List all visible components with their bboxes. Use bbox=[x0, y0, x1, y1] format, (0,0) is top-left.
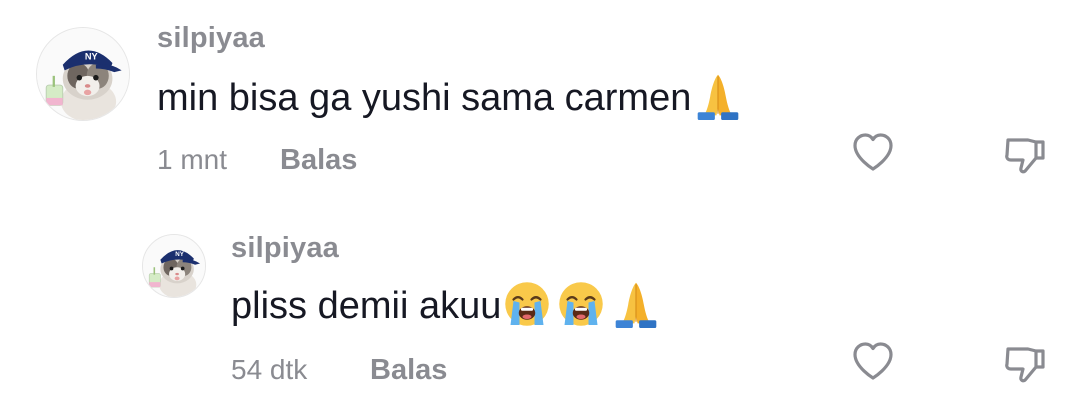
dislike-button[interactable] bbox=[1000, 339, 1048, 387]
comment-text-content: pliss demii akuu bbox=[231, 285, 502, 327]
thumbs-down-icon bbox=[1000, 130, 1048, 178]
reply-button[interactable]: Balas bbox=[370, 354, 447, 387]
comment-text: min bisa ga yushi sama carmen bbox=[157, 70, 743, 120]
like-button[interactable] bbox=[849, 128, 897, 176]
comment-text-content: min bisa ga yushi sama carmen bbox=[157, 77, 692, 119]
loudly-crying-face-icon bbox=[503, 280, 551, 328]
reply-comment-item: silpiyaa pliss demii akuu 54 dtk Balas bbox=[0, 200, 1077, 418]
thumbs-down-icon bbox=[1000, 339, 1048, 387]
avatar-image bbox=[143, 235, 205, 297]
folded-hands-icon bbox=[693, 70, 743, 120]
dislike-button[interactable] bbox=[1000, 130, 1048, 178]
comment-item: silpiyaa min bisa ga yushi sama carmen 1… bbox=[0, 0, 1077, 200]
avatar[interactable] bbox=[142, 234, 206, 298]
heart-outline-icon bbox=[849, 337, 897, 385]
avatar-image bbox=[37, 28, 129, 120]
heart-outline-icon bbox=[849, 128, 897, 176]
comment-username[interactable]: silpiyaa bbox=[157, 22, 265, 55]
reply-button[interactable]: Balas bbox=[280, 144, 357, 177]
comment-username[interactable]: silpiyaa bbox=[231, 232, 339, 265]
comment-text: pliss demii akuu bbox=[231, 278, 661, 328]
avatar[interactable] bbox=[36, 27, 130, 121]
loudly-crying-face-icon bbox=[557, 280, 605, 328]
comment-timestamp: 54 dtk bbox=[231, 354, 308, 385]
folded-hands-icon bbox=[611, 278, 661, 328]
like-button[interactable] bbox=[849, 337, 897, 385]
comment-timestamp: 1 mnt bbox=[157, 144, 228, 175]
